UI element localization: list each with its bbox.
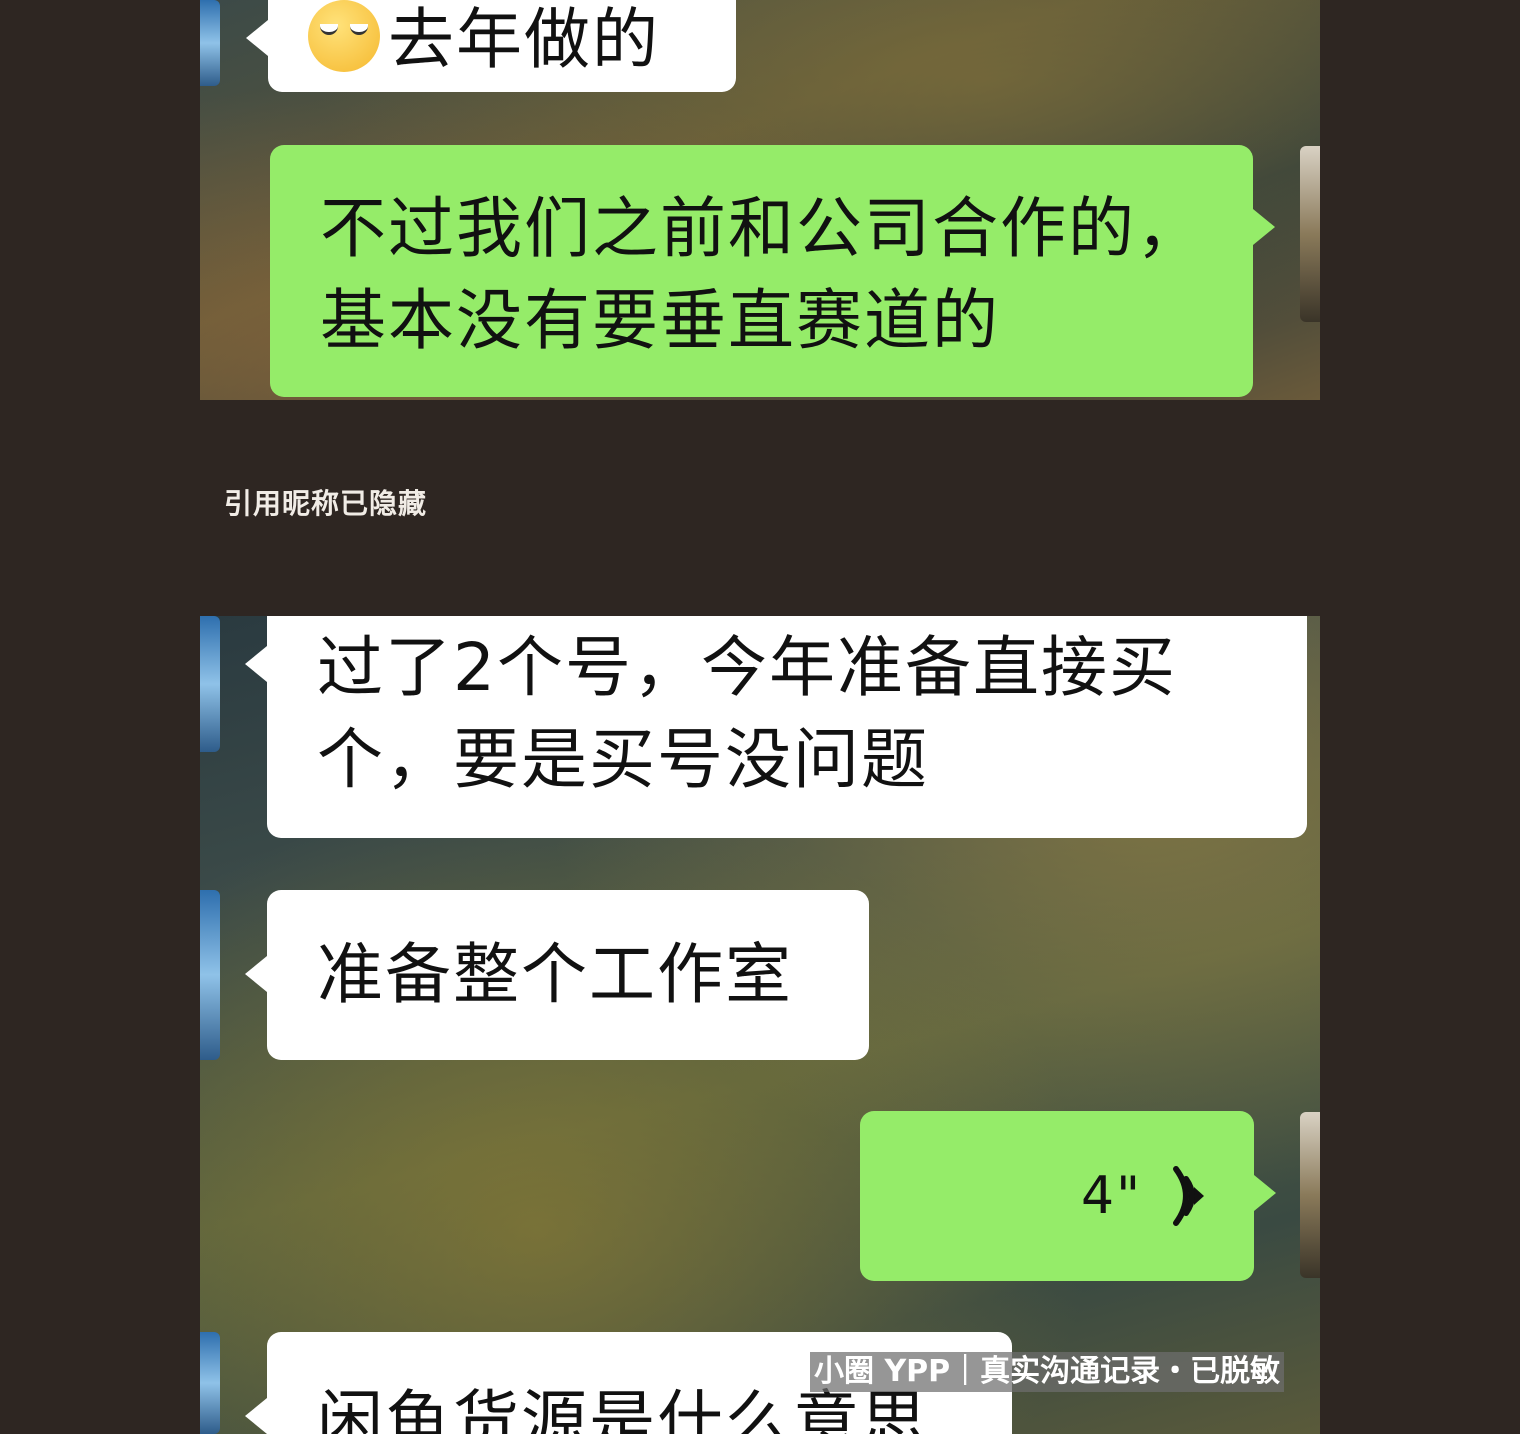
self-avatar[interactable] [1300,1112,1320,1278]
chat-screenshot-top: 去年做的 不过我们之前和公司合作的， 基本没有要垂直赛道的 [200,0,1320,400]
contact-avatar[interactable] [200,616,220,752]
contact-avatar[interactable] [200,890,220,1060]
message-text-line: 过了2个号，今年准备直接买 [317,629,1177,706]
contact-avatar[interactable] [200,0,220,86]
chat-screenshot-bottom: 过了2个号，今年准备直接买 个，要是买号没问题 准备整个工作室 4" 闲鱼货源是… [200,616,1320,1434]
quote-nickname-label: 引用昵称已隐藏 [224,487,428,520]
message-text: 去年做的 [388,1,660,78]
watermark-caption: 小圈 YPP｜真实沟通记录・已脱敏 [810,1352,1285,1392]
voice-wave-icon [1173,1166,1204,1226]
message-text-line: 不过我们之前和公司合作的， [320,190,1204,267]
message-bubble-sent[interactable]: 不过我们之前和公司合作的， 基本没有要垂直赛道的 [270,145,1275,397]
message-text-line: 基本没有要垂直赛道的 [320,282,1000,359]
message-bubble-received[interactable]: 去年做的 [246,0,736,92]
voice-duration: 4" [1080,1166,1142,1226]
message-bubble-received[interactable]: 准备整个工作室 [245,890,869,1060]
contact-avatar[interactable] [200,1332,220,1434]
message-text-line: 个，要是买号没问题 [317,721,929,798]
voice-message-bubble[interactable]: 4" [860,1111,1276,1281]
message-text: 准备整个工作室 [317,936,793,1013]
message-bubble-received[interactable]: 过了2个号，今年准备直接买 个，要是买号没问题 [245,616,1307,838]
rolling-eyes-emoji-icon [308,0,380,72]
self-avatar[interactable] [1300,146,1320,322]
